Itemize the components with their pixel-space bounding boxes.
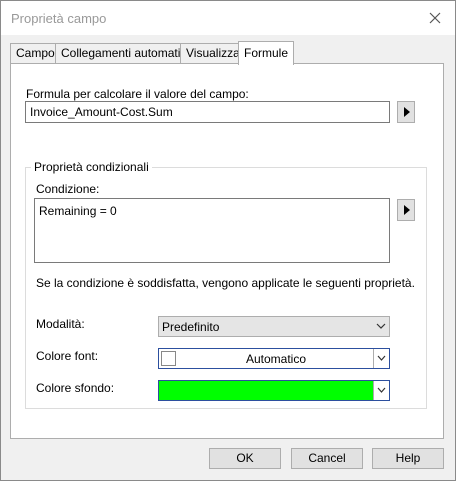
cancel-button[interactable]: Cancel bbox=[291, 448, 363, 469]
play-arrow-icon bbox=[404, 107, 410, 117]
formula-input[interactable]: Invoice_Amount-Cost.Sum bbox=[25, 101, 390, 123]
tab-visualizza[interactable]: Visualizza bbox=[180, 43, 246, 63]
font-color-swatch bbox=[161, 351, 176, 366]
font-color-label: Colore font: bbox=[36, 349, 99, 363]
close-button[interactable] bbox=[421, 5, 449, 31]
chevron-down-icon bbox=[377, 387, 386, 393]
window-title: Proprietà campo bbox=[11, 11, 107, 26]
chevron-down-icon bbox=[376, 323, 386, 329]
font-color-value: Automatico bbox=[245, 352, 307, 366]
mode-select-value: Predefinito bbox=[162, 320, 220, 334]
condition-label: Condizione: bbox=[36, 182, 100, 196]
chevron-down-icon bbox=[377, 355, 386, 361]
condition-input[interactable]: Remaining = 0 bbox=[34, 198, 390, 263]
formula-label: Formula per calcolare il valore del camp… bbox=[26, 87, 249, 101]
title-bar: Proprietà campo bbox=[1, 1, 455, 35]
ok-button[interactable]: OK bbox=[209, 448, 281, 469]
tab-campo[interactable]: Campo bbox=[10, 43, 61, 63]
play-arrow-icon bbox=[404, 205, 410, 215]
condition-info-text: Se la condizione è soddisfatta, vengono … bbox=[36, 276, 415, 290]
formula-expand-button[interactable] bbox=[397, 101, 415, 123]
tab-formule[interactable]: Formule bbox=[238, 41, 295, 65]
bg-color-label: Colore sfondo: bbox=[36, 381, 115, 395]
close-icon bbox=[429, 12, 441, 24]
tab-collegamenti-automatici[interactable]: Collegamenti automatici bbox=[55, 43, 196, 63]
help-button[interactable]: Help bbox=[372, 448, 444, 469]
mode-select[interactable]: Predefinito bbox=[158, 316, 390, 337]
dialog-window: Proprietà campo Campo Collegamenti autom… bbox=[0, 0, 456, 481]
mode-label: Modalità: bbox=[36, 317, 85, 331]
bg-color-dropdown-button[interactable] bbox=[373, 381, 389, 400]
conditional-group-title: Proprietà condizionali bbox=[31, 160, 152, 174]
font-color-select[interactable]: Automatico bbox=[158, 348, 390, 369]
bg-color-select[interactable] bbox=[158, 380, 390, 401]
condition-expand-button[interactable] bbox=[397, 199, 415, 221]
font-color-dropdown-button[interactable] bbox=[373, 349, 389, 368]
